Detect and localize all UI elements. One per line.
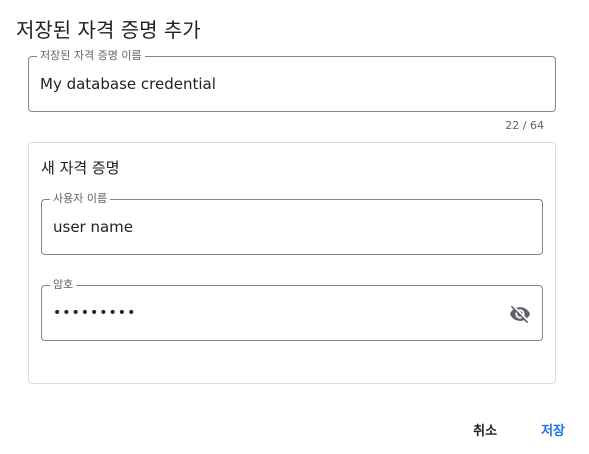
username-field[interactable]: 사용자 이름 user name (41, 192, 543, 255)
credential-name-field[interactable]: 저장된 자격 증명 이름 My database credential (28, 49, 556, 112)
username-input[interactable]: user name (53, 200, 133, 254)
password-input[interactable]: ••••••••• (53, 286, 136, 340)
dialog-title: 저장된 자격 증명 추가 (16, 18, 201, 42)
password-field[interactable]: 암호 ••••••••• (41, 278, 543, 341)
visibility-off-icon[interactable] (508, 303, 532, 325)
new-credential-card: 새 자격 증명 사용자 이름 user name 암호 ••••••••• (28, 142, 556, 384)
save-button[interactable]: 저장 (541, 420, 565, 439)
new-credential-heading: 새 자격 증명 (41, 159, 120, 177)
character-counter: 22 / 64 (505, 119, 544, 132)
credential-name-input[interactable]: My database credential (40, 57, 216, 111)
dialog-actions: 취소 저장 (473, 420, 565, 439)
cancel-button[interactable]: 취소 (473, 420, 497, 439)
